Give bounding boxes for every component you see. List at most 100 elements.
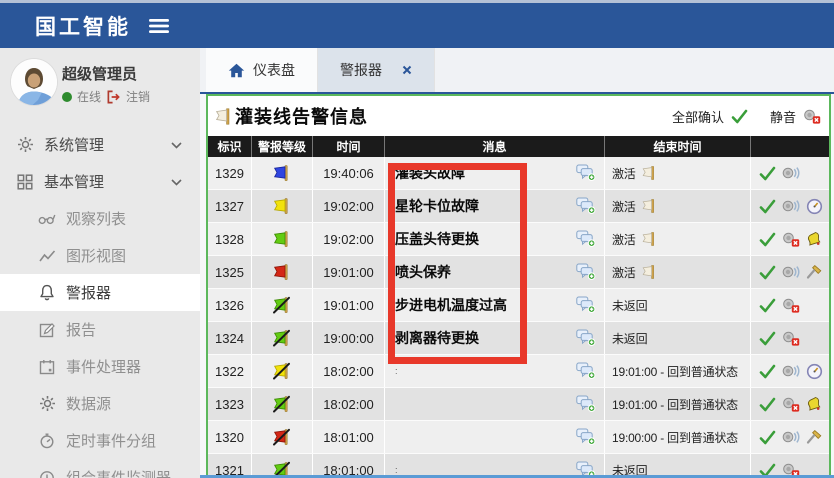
- speaker-muted-icon[interactable]: [782, 231, 800, 247]
- confirm-all-check-icon[interactable]: [731, 109, 748, 124]
- mute-label[interactable]: 静音: [770, 107, 796, 126]
- alarm-row-1327[interactable]: 132719:02:00星轮卡位故障激活: [208, 190, 829, 223]
- sidebar-item-label: 基本管理: [44, 171, 104, 192]
- check-icon[interactable]: [759, 430, 776, 445]
- alarm-id: 1326: [208, 289, 252, 321]
- sidebar-item-label: 观察列表: [66, 208, 126, 229]
- chat-add-icon[interactable]: [576, 395, 596, 415]
- check-icon[interactable]: [759, 265, 776, 280]
- logout-link[interactable]: 注销: [126, 88, 150, 105]
- tab-0[interactable]: 仪表盘: [206, 48, 318, 92]
- check-icon[interactable]: [759, 199, 776, 214]
- alarm-status: 激活: [612, 198, 636, 215]
- sidebar-item-4[interactable]: 警报器: [0, 274, 200, 311]
- speaker-muted-icon[interactable]: [782, 297, 800, 313]
- red-flag-icon-slashed: [252, 421, 313, 453]
- hammer-icon[interactable]: [806, 264, 823, 280]
- chat-add-icon[interactable]: [576, 164, 596, 184]
- alarm-status-cell: 激活: [605, 157, 751, 189]
- column-header-5: [751, 136, 829, 157]
- sidebar-item-2[interactable]: 观察列表: [0, 200, 200, 237]
- check-icon[interactable]: [759, 232, 776, 247]
- sidebar-item-3[interactable]: 图形视图: [0, 237, 200, 274]
- bell-icon: [38, 284, 56, 301]
- alarm-actions-cell: [751, 355, 829, 387]
- sidebar-item-label: 警报器: [66, 282, 111, 303]
- app-header: 国工智能: [0, 3, 834, 48]
- alarm-time: 19:01:00: [313, 289, 385, 321]
- sidebar-item-label: 组合事件监测器: [66, 467, 171, 478]
- alarm-status-cell: 激活: [605, 190, 751, 222]
- chat-add-icon[interactable]: [576, 428, 596, 448]
- close-icon[interactable]: [402, 65, 412, 75]
- speaker-muted-icon[interactable]: [782, 330, 800, 346]
- sidebar-item-5[interactable]: 报告: [0, 311, 200, 348]
- check-icon[interactable]: [759, 397, 776, 412]
- speaker-on-icon[interactable]: [782, 165, 800, 181]
- chevron-down-icon[interactable]: [171, 136, 182, 153]
- alarm-row-1324[interactable]: 132419:00:00剥离器待更换未返回: [208, 322, 829, 355]
- check-icon[interactable]: [759, 298, 776, 313]
- tab-1[interactable]: 警报器: [318, 48, 435, 92]
- green-flag-icon-slashed: [252, 388, 313, 420]
- tab-label: 警报器: [340, 60, 382, 80]
- hamburger-menu-icon[interactable]: [149, 18, 171, 34]
- chat-add-icon[interactable]: [576, 329, 596, 349]
- sidebar-item-1[interactable]: 基本管理: [0, 163, 200, 200]
- alarm-time: 18:02:00: [313, 355, 385, 387]
- alarm-status-cell: 未返回: [605, 322, 751, 354]
- alarm-row-1328[interactable]: 132819:02:00压盖头待更换激活: [208, 223, 829, 256]
- action-clock-icon[interactable]: [806, 363, 823, 380]
- hammer-icon[interactable]: [806, 429, 823, 445]
- speaker-on-icon[interactable]: [782, 198, 800, 214]
- alarm-row-1320[interactable]: 132018:01:0019:00:00 - 回到普通状态: [208, 421, 829, 454]
- alarm-row-1322[interactable]: 132218:02:00:19:01:00 - 回到普通状态: [208, 355, 829, 388]
- check-icon[interactable]: [759, 166, 776, 181]
- action-clock-icon[interactable]: [806, 198, 823, 215]
- confirm-all-button[interactable]: 全部确认: [672, 107, 724, 126]
- sidebar-item-8[interactable]: 定时事件分组: [0, 422, 200, 459]
- chat-add-icon[interactable]: [576, 230, 596, 250]
- alarm-row-1323[interactable]: 132318:02:0019:01:00 - 回到普通状态: [208, 388, 829, 421]
- alarm-actions-cell: [751, 289, 829, 321]
- alarm-message: 压盖头待更换: [395, 229, 479, 249]
- speaker-on-icon[interactable]: [782, 264, 800, 280]
- chat-add-icon[interactable]: [576, 296, 596, 316]
- alarm-time: 19:02:00: [313, 223, 385, 255]
- calendar-icon: [38, 359, 56, 375]
- alarm-message-cell: [385, 388, 605, 420]
- alarm-id: 1329: [208, 157, 252, 189]
- sidebar-item-6[interactable]: 事件处理器: [0, 348, 200, 385]
- alarm-actions-cell: [751, 322, 829, 354]
- alarm-row-1325[interactable]: 132519:01:00喷头保养激活: [208, 256, 829, 289]
- speaker-on-icon[interactable]: [782, 363, 800, 379]
- check-icon[interactable]: [759, 331, 776, 346]
- sidebar-item-label: 事件处理器: [66, 356, 141, 377]
- gear-icon: [38, 395, 56, 412]
- chat-add-icon[interactable]: [576, 362, 596, 382]
- alarm-message: 步进电机温度过高: [395, 295, 507, 315]
- chat-add-icon[interactable]: [576, 263, 596, 283]
- white-flag-icon: [641, 264, 657, 280]
- bell-yellow-icon[interactable]: [806, 396, 822, 412]
- app-title: 国工智能: [35, 11, 131, 41]
- logout-icon[interactable]: [106, 90, 121, 104]
- alarm-row-1329[interactable]: 132919:40:06灌装头故障激活: [208, 157, 829, 190]
- alarm-row-1326[interactable]: 132619:01:00步进电机温度过高未返回: [208, 289, 829, 322]
- grid-icon: [16, 174, 34, 190]
- chevron-down-icon[interactable]: [171, 173, 182, 190]
- sidebar-item-0[interactable]: 系统管理: [0, 126, 200, 163]
- speaker-muted-icon[interactable]: [782, 396, 800, 412]
- panel-title-flag-icon: [214, 107, 233, 126]
- bell-yellow-icon[interactable]: [806, 231, 822, 247]
- sidebar-item-7[interactable]: 数据源: [0, 385, 200, 422]
- online-status-label: 在线: [77, 88, 101, 105]
- chat-add-icon[interactable]: [576, 197, 596, 217]
- speaker-on-icon[interactable]: [782, 429, 800, 445]
- sidebar-item-9[interactable]: 组合事件监测器: [0, 459, 200, 478]
- blue-flag-icon: [252, 157, 313, 189]
- column-header-2: 时间: [313, 136, 385, 157]
- alarm-message: 星轮卡位故障: [395, 196, 479, 216]
- check-icon[interactable]: [759, 364, 776, 379]
- mute-icon[interactable]: [803, 108, 821, 124]
